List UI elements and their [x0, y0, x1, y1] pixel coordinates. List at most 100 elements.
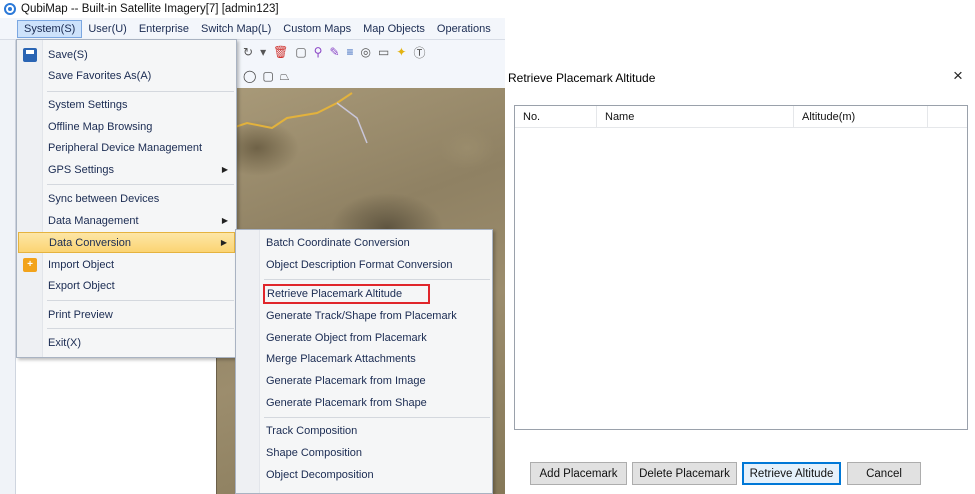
- menu-item-exit[interactable]: Exit(X): [18, 332, 235, 353]
- menu-item-data-management-label: Data Management: [48, 214, 139, 227]
- pen-icon[interactable]: ✎: [329, 45, 339, 59]
- submenu-arrow-icon: ▶: [221, 216, 228, 225]
- submenu-item-label: Batch Coordinate Conversion: [266, 237, 410, 249]
- import-icon: +: [23, 257, 37, 272]
- retrieve-altitude-button[interactable]: Retrieve Altitude: [742, 462, 841, 485]
- menu-switch-map[interactable]: Switch Map(L): [195, 21, 277, 37]
- submenu-item-placemark-from-shape[interactable]: Generate Placemark from Shape: [266, 393, 490, 413]
- layer-icon[interactable]: ≡: [347, 45, 354, 59]
- menu-custom-maps[interactable]: Custom Maps: [277, 21, 357, 37]
- redo-icon[interactable]: ↻: [243, 45, 253, 59]
- submenu-item-object-decomposition[interactable]: Object Decomposition: [266, 465, 490, 485]
- star-pin-icon[interactable]: ✦: [396, 45, 406, 59]
- text-icon[interactable]: Ⓣ: [413, 44, 425, 61]
- delete-placemark-button[interactable]: Delete Placemark: [632, 462, 737, 485]
- menu-operations[interactable]: Operations: [431, 21, 497, 37]
- data-conversion-submenu: Batch Coordinate Conversion Object Descr…: [235, 229, 493, 494]
- submenu-item-track-shape-from-placemark[interactable]: Generate Track/Shape from Placemark: [266, 306, 490, 326]
- submenu-item-object-from-placemark[interactable]: Generate Object from Placemark: [266, 328, 490, 348]
- menu-item-sync-devices[interactable]: Sync between Devices: [18, 188, 235, 209]
- toolbar-secondary: ◯ ▢ ⏢: [237, 64, 505, 88]
- cancel-button[interactable]: Cancel: [847, 462, 921, 485]
- submenu-item-label: Generate Placemark from Image: [266, 375, 426, 387]
- close-icon[interactable]: ×: [953, 66, 963, 86]
- menu-item-save[interactable]: Save(S): [18, 44, 235, 65]
- menu-item-exit-label: Exit(X): [48, 336, 81, 349]
- submenu-item-label: Shape Composition: [266, 447, 363, 459]
- menu-system[interactable]: System(S): [17, 19, 83, 38]
- left-panel-strip: [0, 40, 16, 494]
- placemark-icon[interactable]: ⚲: [314, 45, 323, 59]
- menu-separator: [47, 184, 234, 185]
- placemark-table[interactable]: No. Name Altitude(m): [514, 105, 968, 430]
- dropdown-arrow-icon[interactable]: ▾: [260, 45, 266, 59]
- submenu-item-retrieve-altitude[interactable]: Retrieve Placemark Altitude: [263, 284, 430, 304]
- menu-item-system-settings-label: System Settings: [48, 98, 128, 111]
- submenu-item-batch-coordinate[interactable]: Batch Coordinate Conversion: [266, 233, 490, 253]
- submenu-item-track-composition[interactable]: Track Composition: [266, 421, 490, 441]
- add-placemark-button[interactable]: Add Placemark: [530, 462, 627, 485]
- submenu-separator: [264, 279, 490, 280]
- menu-item-data-conversion-label: Data Conversion: [49, 236, 131, 249]
- menubar: System(S) User(U) Enterprise Switch Map(…: [0, 18, 505, 40]
- rect-tool-icon[interactable]: ▢: [262, 69, 273, 83]
- submenu-item-shape-composition[interactable]: Shape Composition: [266, 443, 490, 463]
- menu-item-peripheral[interactable]: Peripheral Device Management: [18, 137, 235, 158]
- menu-item-system-settings[interactable]: System Settings: [18, 94, 235, 115]
- submenu-arrow-icon: ▶: [221, 165, 228, 174]
- submenu-separator: [264, 417, 490, 418]
- submenu-item-label: Retrieve Placemark Altitude: [267, 288, 403, 300]
- menu-map-objects[interactable]: Map Objects: [357, 21, 431, 37]
- submenu-gutter: [236, 230, 260, 493]
- menu-item-save-favorites[interactable]: Save Favorites As(A): [18, 65, 235, 86]
- submenu-item-label: Merge Placemark Attachments: [266, 353, 416, 365]
- menu-enterprise[interactable]: Enterprise: [133, 21, 195, 37]
- submenu-arrow-icon: ▶: [220, 238, 227, 247]
- submenu-item-label: Generate Object from Placemark: [266, 332, 427, 344]
- menu-item-offline-map-label: Offline Map Browsing: [48, 120, 153, 133]
- menu-item-save-favorites-label: Save Favorites As(A): [48, 69, 152, 82]
- retrieve-altitude-dialog: Retrieve Placemark Altitude × No. Name A…: [505, 61, 975, 494]
- submenu-item-label: Object Description Format Conversion: [266, 259, 453, 271]
- menu-item-import-object[interactable]: + Import Object: [18, 254, 235, 275]
- menu-user[interactable]: User(U): [82, 21, 133, 37]
- submenu-item-merge-attachments[interactable]: Merge Placemark Attachments: [266, 349, 490, 369]
- dialog-title: Retrieve Placemark Altitude: [508, 71, 656, 85]
- menu-item-data-conversion[interactable]: Data Conversion ▶: [18, 232, 235, 253]
- circle-tool-icon[interactable]: ◯: [243, 69, 256, 83]
- menu-separator: [47, 91, 234, 92]
- column-header-name[interactable]: Name: [597, 106, 794, 128]
- app-logo-icon: [4, 3, 16, 15]
- column-header-altitude[interactable]: Altitude(m): [794, 106, 928, 128]
- window-title: QubiMap -- Built-in Satellite Imagery[7]…: [21, 3, 279, 15]
- column-header-no[interactable]: No.: [515, 106, 597, 128]
- menu-item-data-management[interactable]: Data Management ▶: [18, 210, 235, 231]
- menu-item-peripheral-label: Peripheral Device Management: [48, 141, 203, 154]
- menu-item-export-object-label: Export Object: [48, 279, 115, 292]
- target-icon[interactable]: ◎: [361, 45, 371, 59]
- delete-icon[interactable]: 🗑: [273, 45, 288, 59]
- save-icon: [23, 47, 37, 62]
- submenu-item-label: Generate Track/Shape from Placemark: [266, 310, 457, 322]
- menu-separator: [47, 300, 234, 301]
- menu-item-print-preview-label: Print Preview: [48, 308, 113, 321]
- window-titlebar: QubiMap -- Built-in Satellite Imagery[7]…: [0, 0, 505, 18]
- menu-item-export-object[interactable]: Export Object: [18, 275, 235, 296]
- menu-item-save-label: Save(S): [48, 48, 88, 61]
- menu-item-gps-settings-label: GPS Settings: [48, 163, 115, 176]
- submenu-item-label: Object Decomposition: [266, 469, 374, 481]
- submenu-item-label: Generate Placemark from Shape: [266, 397, 427, 409]
- polygon-tool-icon[interactable]: ⏢: [280, 69, 290, 84]
- menu-item-gps-settings[interactable]: GPS Settings ▶: [18, 159, 235, 180]
- submenu-item-placemark-from-image[interactable]: Generate Placemark from Image: [266, 371, 490, 391]
- menu-item-offline-map[interactable]: Offline Map Browsing: [18, 116, 235, 137]
- toolbar: ↻ ▾ 🗑 ▢ ⚲ ✎ ≡ ◎ ▭ ✦ Ⓣ: [237, 40, 505, 64]
- submenu-item-description-format[interactable]: Object Description Format Conversion: [266, 255, 490, 275]
- menu-item-sync-devices-label: Sync between Devices: [48, 192, 160, 205]
- frame-icon[interactable]: ▢: [295, 45, 306, 59]
- menu-item-print-preview[interactable]: Print Preview: [18, 304, 235, 325]
- submenu-item-label: Track Composition: [266, 425, 358, 437]
- menu-item-import-object-label: Import Object: [48, 258, 115, 271]
- menu-separator: [47, 328, 234, 329]
- camera-icon[interactable]: ▭: [378, 45, 389, 59]
